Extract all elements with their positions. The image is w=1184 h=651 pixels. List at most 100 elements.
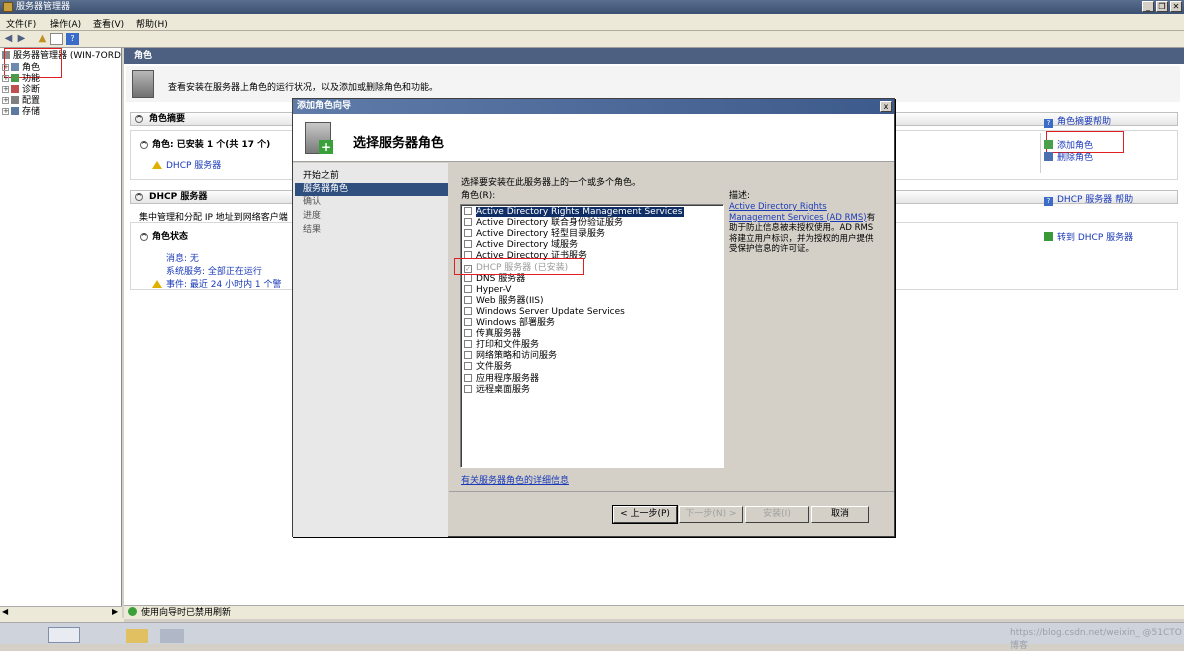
role-checkbox[interactable] [464,218,472,227]
role-checkbox[interactable] [464,229,472,238]
scroll-left-icon[interactable]: ◀ [2,607,8,616]
goto-dhcp-link[interactable]: 转到 DHCP 服务器 [1044,230,1133,243]
remove-roles-link[interactable]: 删除角色 [1044,150,1093,163]
tree-horizontal-scrollbar[interactable]: ◀ ▶ [0,606,122,618]
role-label: Active Directory 联合身份验证服务 [476,218,624,229]
role-summary-help-link[interactable]: ? 角色摘要帮助 [1044,114,1111,128]
wizard-steps: 开始之前 服务器角色 确认 进度 结果 [293,163,448,537]
system-services-status[interactable]: 系统服务: 全部正在运行 [166,264,262,277]
role-item[interactable]: 文件服务 [464,362,512,373]
restore-button[interactable]: ❐ [1156,1,1168,12]
help-icon[interactable]: ? [66,33,79,45]
role-item[interactable]: 传真服务器 [464,329,521,340]
remove-roles-icon [1044,152,1053,161]
role-label: 文件服务 [476,362,513,373]
description-link[interactable]: Active Directory Rights Management Servi… [729,202,867,223]
role-label: 应用程序服务器 [476,373,540,384]
collapse-icon[interactable]: ^ [140,141,148,149]
role-label: Web 服务器(IIS) [476,295,544,306]
tree-item-diagnostics[interactable]: + 诊断 [2,85,40,96]
events-status[interactable]: 事件: 最近 24 小时内 1 个警 [152,277,292,290]
roles-label: 角色(R): [461,191,496,201]
role-label: Active Directory 域服务 [476,240,579,251]
role-checkbox[interactable] [464,373,472,382]
taskbar-folder-icon[interactable] [126,629,148,643]
collapse-icon[interactable]: ^ [135,115,143,123]
role-checkbox[interactable] [464,240,472,249]
wizard-title-bar: 添加角色向导 [293,99,894,114]
close-window-button[interactable]: ✕ [1170,1,1182,12]
more-info-link[interactable]: 有关服务器角色的详细信息 [461,473,569,486]
forward-arrow-icon[interactable]: ▶ [15,33,28,45]
role-checkbox[interactable] [464,351,472,360]
role-checkbox[interactable] [464,284,472,293]
collapse-icon[interactable]: ^ [135,193,143,201]
step-before-you-begin[interactable]: 开始之前 [303,170,339,183]
role-item[interactable]: Windows Server Update Services [464,306,625,318]
role-item[interactable]: 应用程序服务器 [464,373,540,385]
step-server-roles[interactable]: 服务器角色 [295,183,448,196]
role-item[interactable]: DNS 服务器 [464,273,525,285]
role-checkbox[interactable] [464,384,472,393]
description-label: 描述: [729,191,751,201]
role-label: Windows 部署服务 [476,318,556,328]
roles-list[interactable]: Active Directory Rights Management Servi… [460,204,724,468]
back-arrow-icon[interactable]: ◀ [2,33,15,45]
window-title: 服务器管理器 [16,2,71,12]
console-tree-icon[interactable] [50,33,63,45]
roles-icon [11,63,19,71]
up-folder-icon[interactable]: ▲ [36,33,49,45]
back-button[interactable]: < 上一步(P) [612,505,678,524]
role-item[interactable]: 打印和文件服务 [464,340,539,351]
divider [449,491,894,492]
role-checkbox[interactable] [464,362,472,371]
role-label: 网络策略和访问服务 [476,351,558,362]
role-checkbox[interactable] [464,329,472,338]
refresh-icon [128,607,137,616]
taskbar-app-icon[interactable] [160,629,184,643]
tree-item-features[interactable]: + 功能 [2,74,40,85]
role-checkbox[interactable] [464,340,472,349]
wizard-close-button[interactable]: x [880,101,892,112]
tree-item-roles[interactable]: + 角色 [2,63,40,74]
server-manager-icon [3,2,13,12]
minimize-button[interactable]: _ [1142,1,1154,12]
role-checkbox[interactable] [464,207,472,215]
menu-file[interactable]: 文件(F) [6,17,36,30]
role-item[interactable]: Active Directory Rights Management Servi… [464,207,685,218]
step-progress: 进度 [303,211,322,221]
role-checkbox[interactable] [464,295,472,304]
install-button[interactable]: 安装(I) [745,506,809,523]
menu-action[interactable]: 操作(A) [50,17,81,30]
tree-item-configuration[interactable]: + 配置 [2,96,40,107]
role-item[interactable]: Active Directory 域服务 [464,240,578,251]
role-label: Hyper-V [476,284,512,295]
cancel-button[interactable]: 取消 [811,506,869,523]
taskbar-server-manager-button[interactable] [48,627,80,643]
role-item[interactable]: 网络策略和访问服务 [464,351,557,362]
role-item[interactable]: Windows 部署服务 [464,318,555,329]
menu-view[interactable]: 查看(V) [93,17,124,30]
navigation-tree: 服务器管理器 (WIN-7ORD + 角色 + 功能 + 诊断 + 配置 + 存储 [0,48,122,606]
role-item[interactable]: 远程桌面服务 [464,384,530,396]
menu-help[interactable]: 帮助(H) [136,17,168,30]
tree-item-storage[interactable]: + 存储 [2,107,40,118]
dhcp-help-link[interactable]: ? DHCP 服务器 帮助 [1044,192,1133,206]
collapse-icon[interactable]: ^ [140,233,148,241]
role-checkbox[interactable] [464,318,472,326]
role-item[interactable]: Active Directory 轻型目录服务 [464,229,605,240]
role-item[interactable]: Hyper-V [464,284,512,296]
scroll-right-icon[interactable]: ▶ [112,607,118,616]
next-button[interactable]: 下一步(N) > [679,506,743,523]
role-status-title[interactable]: ^ 角色状态 [140,229,188,242]
role-item[interactable]: Web 服务器(IIS) [464,295,544,307]
messages-status[interactable]: 消息: 无 [166,251,199,264]
installed-role-dhcp[interactable]: DHCP 服务器 [152,158,221,171]
wizard-header: + 选择服务器角色 [293,114,894,162]
server-roles-icon [132,70,154,98]
role-item[interactable]: Active Directory 联合身份验证服务 [464,218,623,229]
menu-bar: 文件(F) 操作(A) 查看(V) 帮助(H) [0,14,1184,31]
role-checkbox[interactable] [464,306,472,315]
role-label: 传真服务器 [476,329,522,340]
step-confirmation: 确认 [303,197,322,207]
